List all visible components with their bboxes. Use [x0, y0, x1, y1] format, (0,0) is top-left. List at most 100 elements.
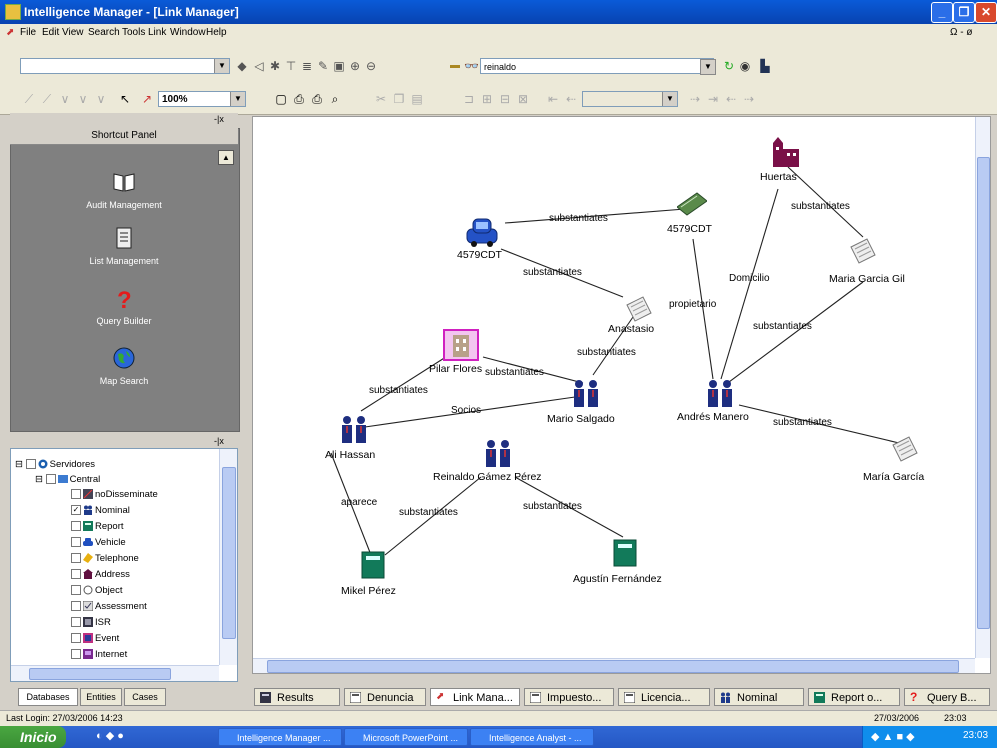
next-icon[interactable]: ⇢ — [688, 92, 702, 106]
search-dropdown-icon[interactable]: ▼ — [700, 59, 716, 75]
save-icon[interactable]: ▣ — [332, 59, 346, 73]
quicklaunch-icons[interactable]: ◐ ◆ ● — [96, 729, 124, 742]
zoom-in-icon[interactable]: ⊕ — [348, 59, 362, 73]
layout4-icon[interactable]: ⊠ — [516, 92, 530, 106]
prev-icon[interactable]: ⇠ — [564, 92, 578, 106]
search-input[interactable]: reinaldo — [480, 58, 714, 74]
menu-edit[interactable]: Edit — [42, 27, 59, 38]
filter-icon[interactable]: ✱ — [268, 59, 282, 73]
shortcut-map-search[interactable]: Map Search — [10, 346, 238, 386]
tree-item[interactable]: Event — [71, 633, 119, 644]
tree-scrollbar-v[interactable] — [219, 449, 237, 665]
tab-entities[interactable]: Entities — [80, 688, 122, 706]
folder-icon[interactable]: ▬ — [448, 59, 462, 73]
tree-item[interactable]: noDisseminate — [71, 489, 158, 500]
node-label-ali-hassan[interactable]: Ali Hassan — [325, 449, 375, 461]
paste-icon[interactable]: ▤ — [410, 92, 424, 106]
collapse-button[interactable]: ▲ — [218, 150, 234, 165]
tab-query-builder[interactable]: ? Query B... — [904, 688, 990, 706]
checkbox[interactable] — [71, 617, 81, 628]
chevron-down-icon[interactable]: ▼ — [214, 59, 229, 73]
menu-window[interactable]: Window — [170, 27, 206, 38]
vline-icon[interactable]: ∨ — [58, 92, 72, 106]
shortcut-list-management[interactable]: List Management — [10, 226, 238, 266]
vline2-icon[interactable]: ∨ — [76, 92, 90, 106]
pane-pin-icon[interactable]: -|x — [214, 114, 224, 124]
node-label-mario-salgado[interactable]: Mario Salgado — [547, 413, 615, 425]
find-icon[interactable]: ◉ — [738, 59, 752, 73]
pointer-icon[interactable]: ↖ — [118, 92, 132, 106]
menu-file[interactable]: File — [20, 27, 36, 38]
node-label-andres-manero[interactable]: Andrés Manero — [677, 411, 749, 423]
tree-item[interactable]: Vehicle — [71, 537, 126, 548]
scroll-thumb[interactable] — [29, 668, 171, 680]
tab-nominal[interactable]: Nominal — [714, 688, 804, 706]
node-label-reinaldo[interactable]: Reinaldo Gámez Pérez — [433, 471, 542, 483]
checkbox[interactable] — [71, 537, 81, 548]
line-tool-icon[interactable]: ⟋ — [22, 92, 36, 106]
tray-icons[interactable]: ◆ ▲ ■ ◆ — [871, 730, 915, 743]
node-label-pilar-flores[interactable]: Pilar Flores — [429, 363, 482, 375]
scroll-thumb[interactable] — [977, 157, 990, 629]
taskbar-powerpoint[interactable]: Microsoft PowerPoint ... — [344, 728, 468, 746]
taskbar-intelligence-manager[interactable]: Intelligence Manager ... — [218, 728, 342, 746]
checkbox[interactable] — [71, 649, 81, 660]
print-icon[interactable]: ⎙ — [292, 92, 306, 106]
truck-icon[interactable]: ▙ — [758, 59, 772, 73]
pin-icon[interactable]: ✎ — [316, 59, 330, 73]
back2-icon[interactable]: ⇠ — [724, 92, 738, 106]
menu-search[interactable]: Search — [88, 27, 120, 38]
tree-item[interactable]: Internet — [71, 649, 127, 660]
tab-cases[interactable]: Cases — [124, 688, 166, 706]
canvas-scrollbar-v[interactable] — [975, 117, 990, 658]
shortcut-audit-management[interactable]: Audit Management — [10, 170, 238, 210]
fwd2-icon[interactable]: ⇢ — [742, 92, 756, 106]
new-icon[interactable]: ▢ — [274, 92, 288, 106]
maximize-button[interactable]: ❐ — [953, 2, 975, 23]
tree-item[interactable]: Address — [71, 569, 130, 580]
tree-item[interactable]: ISR — [71, 617, 111, 628]
node-label-maria-garcia-gil[interactable]: Maria Garcia Gil — [829, 273, 905, 285]
checkbox[interactable] — [71, 489, 81, 500]
layout3-icon[interactable]: ⊟ — [498, 92, 512, 106]
vline3-icon[interactable]: ∨ — [94, 92, 108, 106]
node-label-money[interactable]: 4579CDT — [667, 223, 712, 235]
layout1-icon[interactable]: ⊐ — [462, 92, 476, 106]
tree-scrollbar-h[interactable] — [11, 665, 219, 681]
scroll-thumb[interactable] — [222, 467, 236, 639]
start-button[interactable]: Inicio — [0, 726, 66, 748]
zoom-out-icon[interactable]: ⊖ — [364, 59, 378, 73]
node-label-anastasio[interactable]: Anastasio — [608, 323, 654, 335]
menu-view[interactable]: View — [62, 27, 84, 38]
tree-item[interactable]: ✓ Nominal — [71, 505, 130, 516]
tree-item[interactable]: Telephone — [71, 553, 139, 564]
menu-tools[interactable]: Tools — [122, 27, 145, 38]
chevron-down-icon[interactable]: ▼ — [230, 92, 245, 106]
tree-node-servidores[interactable]: ⊟ Servidores — [15, 459, 95, 470]
menu-help[interactable]: Help — [206, 27, 227, 38]
link-chart-canvas[interactable]: Huertas 4579CDT 4579CDT Maria Garcia Gil… — [252, 116, 991, 674]
mdi-controls[interactable]: Ω - ø — [950, 27, 972, 38]
tree-item[interactable]: Object — [71, 585, 122, 596]
arrow-icon[interactable]: ↗ — [140, 92, 154, 106]
checkbox[interactable] — [71, 569, 81, 580]
close-button[interactable]: ✕ — [975, 2, 997, 23]
tab-report[interactable]: Report o... — [808, 688, 900, 706]
preview-icon[interactable]: ⌕ — [328, 92, 342, 106]
tab-results[interactable]: Results — [254, 688, 340, 706]
chevron-down-icon[interactable]: ▼ — [662, 92, 677, 106]
tab-databases[interactable]: Databases — [18, 688, 78, 706]
node-label-huertas[interactable]: Huertas — [760, 171, 797, 183]
node-label-maria-garcia[interactable]: María García — [863, 471, 924, 483]
tree-node-central[interactable]: ⊟ Central — [35, 474, 100, 485]
node-label-mikel-perez[interactable]: Mikel Pérez — [341, 585, 396, 597]
tree-item[interactable]: Report — [71, 521, 124, 532]
copy-icon[interactable]: ❐ — [392, 92, 406, 106]
pane-pin-icon[interactable]: -|x — [214, 436, 224, 446]
layout2-icon[interactable]: ⊞ — [480, 92, 494, 106]
checkbox[interactable] — [71, 553, 81, 564]
menu-link[interactable]: Link — [148, 27, 166, 38]
minimize-button[interactable]: _ — [931, 2, 953, 23]
tab-link-manager[interactable]: ⬈ Link Mana... — [430, 688, 520, 706]
refresh-icon[interactable]: ↻ — [722, 59, 736, 73]
